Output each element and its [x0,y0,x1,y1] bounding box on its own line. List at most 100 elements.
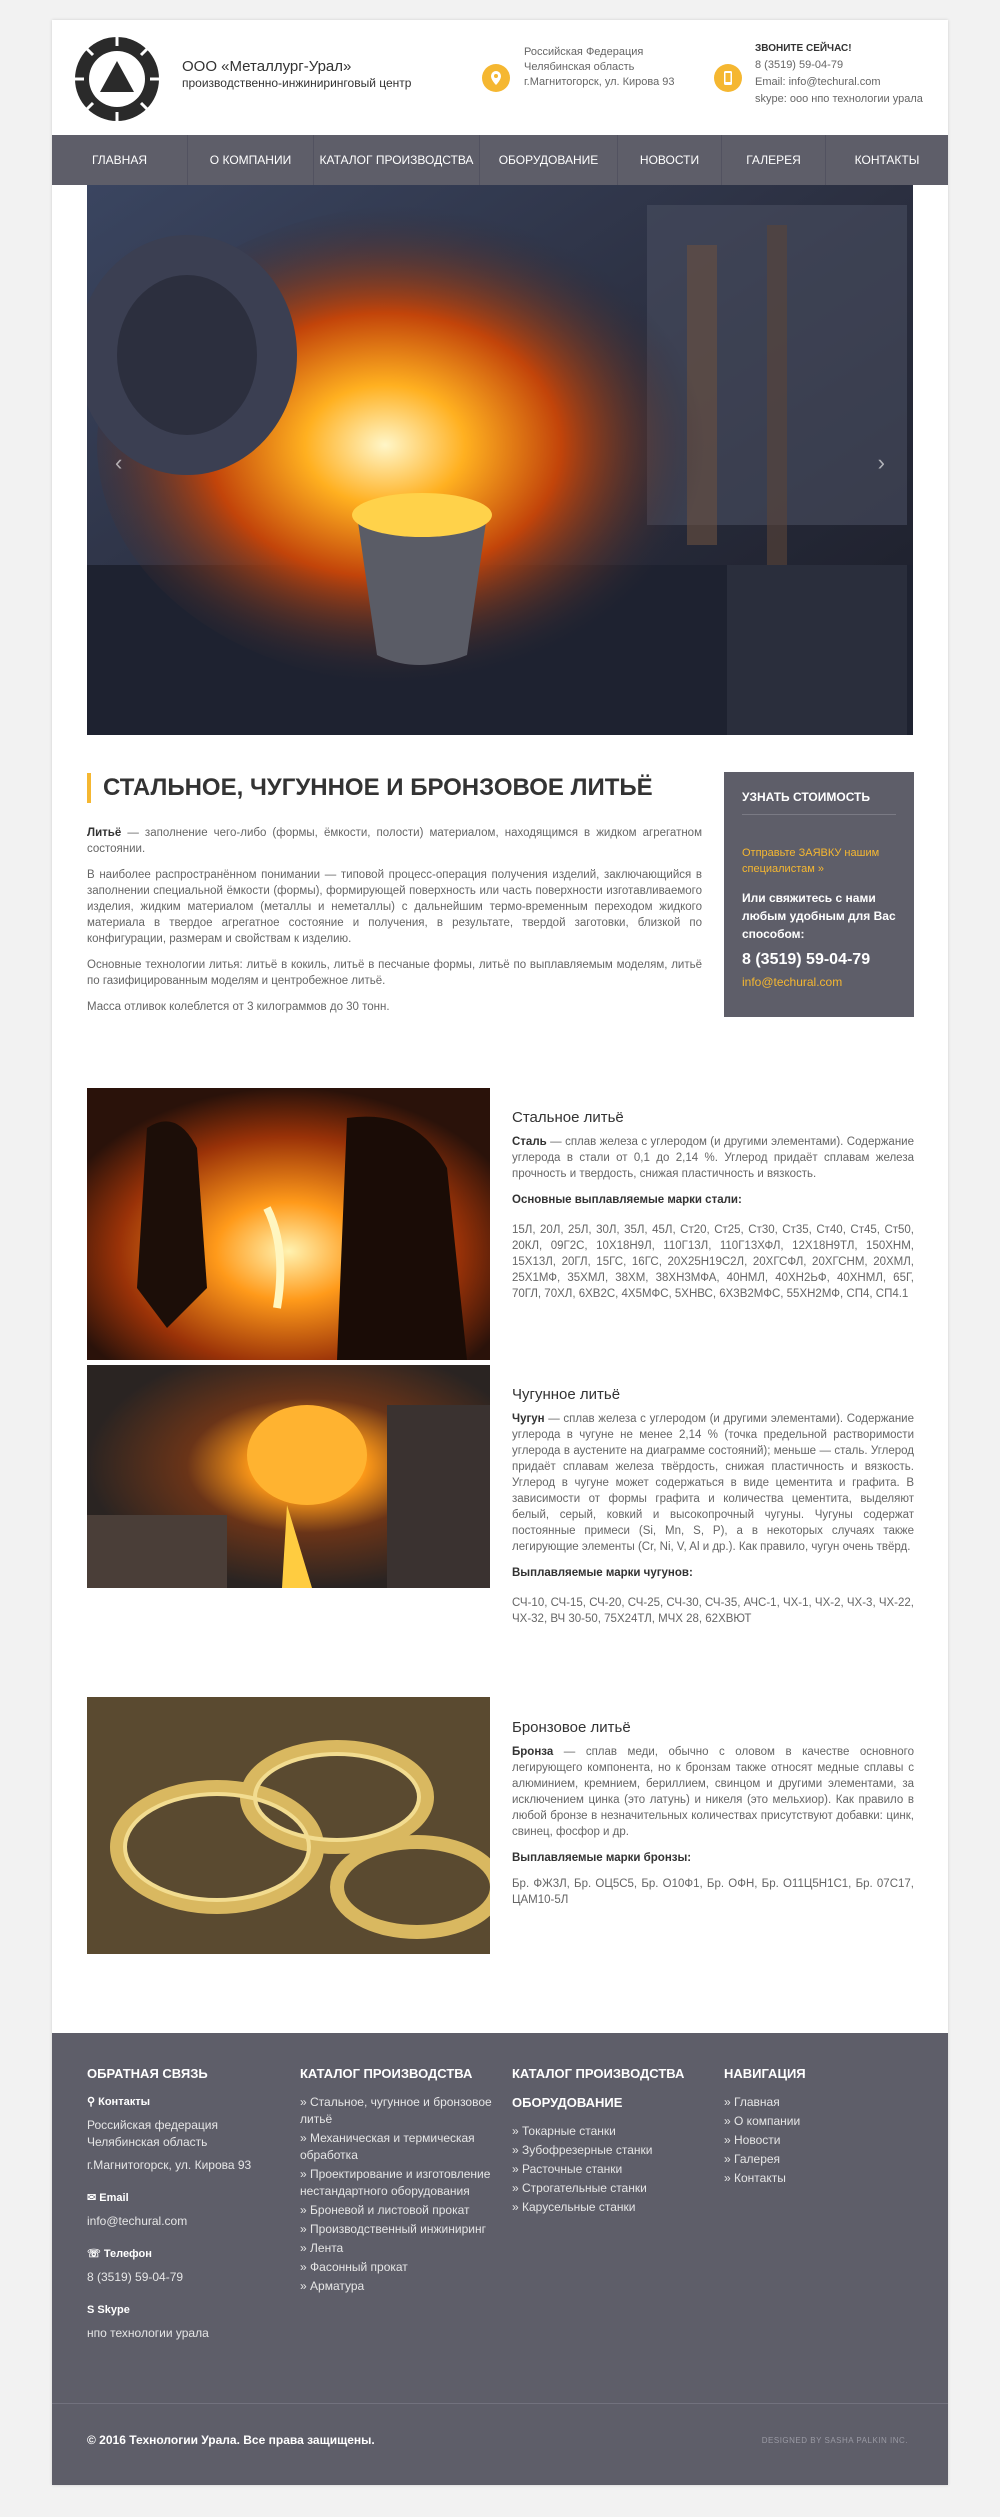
footer-heading: НАВИГАЦИЯ [724,2066,806,2081]
intro-paragraph: Масса отливок колеблется от 3 килограммо… [87,1001,390,1013]
footer-phone[interactable]: 8 (3519) 59-04-79 [87,2269,277,2286]
footer-nav-link[interactable]: Галерея [724,2151,914,2168]
cta-phone[interactable]: 8 (3519) 59-04-79 [742,951,896,969]
bronze-casting-text: Бронзовое литьё Бронза — сплав меди, обы… [512,1720,914,1918]
cast-iron-casting-text: Чугунное литьё Чугун — сплав железа с уг… [512,1387,914,1637]
request-link[interactable]: Отправьте ЗАЯВКУ нашим специалистам » [742,845,896,877]
location-pin-icon: ⚲ [87,2096,99,2108]
nav-item-gallery[interactable]: Галерея [722,135,826,185]
footer-divider [52,2403,948,2404]
header-address: Российская Федерация Челябинская область… [524,45,675,90]
product-title: Чугунное литьё [512,1386,621,1403]
intro-definition: — заполнение чего-либо (формы, ёмкости, … [87,827,702,855]
grades-list: СЧ-10, СЧ-15, СЧ-20, СЧ-25, СЧ-30, СЧ-35… [512,1597,914,1625]
slider-next-icon[interactable]: › [878,450,885,476]
footer-equipment-link[interactable]: Строгательные станки [512,2180,712,2197]
product-term: Чугун [512,1413,545,1425]
cta-text: Или свяжитесь с нами любым удобным для В… [742,891,896,941]
footer-equipment-link[interactable]: Расточные станки [512,2161,712,2178]
page: ООО «Металлург-Урал» производственно-инж… [52,20,948,2485]
address-line: г.Магнитогорск, ул. Кирова 93 [524,76,675,88]
footer-catalog-link[interactable]: Механическая и термическая обработка [300,2130,500,2164]
skype-icon: S [87,2304,98,2316]
footer-catalog: КАТАЛОГ ПРОИЗВОДСТВА Стальное, чугунное … [300,2065,500,2297]
footer-address-line: г.Магнитогорск, ул. Кирова 93 [87,2158,252,2172]
footer-catalog-link[interactable]: Фасонный прокат [300,2259,500,2276]
bronze-casting-image [87,1697,490,1954]
location-pin-icon [482,64,510,92]
footer-heading: ОБРАТНАЯ СВЯЗЬ [87,2066,208,2081]
footer-equipment-link[interactable]: Зубофрезерные станки [512,2142,712,2159]
envelope-icon: ✉ [87,2192,100,2204]
product-title: Стальное литьё [512,1109,624,1126]
footer-nav-link[interactable]: Новости [724,2132,914,2149]
contacts-label: ⚲ Контакты [87,2096,150,2108]
footer-catalog-link[interactable]: Арматура [300,2278,500,2295]
price-cta-box: УЗНАТЬ СТОИМОСТЬ Отправьте ЗАЯВКУ нашим … [724,772,914,1017]
nav-item-contacts[interactable]: Контакты [826,135,948,185]
footer-equipment-link[interactable]: Токарные станки [512,2123,712,2140]
header-phone[interactable]: 8 (3519) 59-04-79 [755,57,923,74]
slider-prev-icon[interactable]: ‹ [115,450,122,476]
hero-slider[interactable]: ‹ › [87,185,913,735]
call-now-label: ЗВОНИТЕ СЕЙЧАС! [755,43,852,54]
header-email[interactable]: Email: info@techural.com [755,74,923,91]
address-line: Российская Федерация [524,46,644,58]
grades-list: 15Л, 20Л, 25Л, 30Л, 35Л, 45Л, Ст20, Ст25… [512,1224,914,1300]
footer-equipment: КАТАЛОГ ПРОИЗВОДСТВА ОБОРУДОВАНИЕ Токарн… [512,2065,712,2218]
product-title: Бронзовое литьё [512,1719,631,1736]
site-footer: ОБРАТНАЯ СВЯЗЬ ⚲ Контакты Российская фед… [52,2033,948,2485]
phone-icon: ☏ [87,2248,104,2260]
nav-item-news[interactable]: Новости [618,135,722,185]
designer-credit[interactable]: DESIGNED BY SASHA PALKIN INC. [762,2436,908,2445]
skype-label: S Skype [87,2304,130,2316]
intro-paragraph: Литьё — заполнение чего-либо (формы, ёмк… [87,825,702,857]
footer-equipment-link[interactable]: Карусельные станки [512,2199,712,2216]
company-logo[interactable] [72,34,162,124]
nav-item-about[interactable]: О компании [188,135,314,185]
steel-casting-image [87,1088,490,1360]
nav-item-equipment[interactable]: Оборудование [480,135,618,185]
phone-label: ☏ Телефон [87,2248,152,2260]
intro-text: Литьё — заполнение чего-либо (формы, ёмк… [87,825,702,1025]
cast-iron-casting-image [87,1365,490,1588]
brand: ООО «Металлург-Урал» производственно-инж… [182,58,411,90]
footer-nav-link[interactable]: Главная [724,2094,914,2111]
site-header: ООО «Металлург-Урал» производственно-инж… [52,20,948,135]
footer-heading: КАТАЛОГ ПРОИЗВОДСТВА [512,2066,685,2081]
footer-nav-link[interactable]: Контакты [724,2170,914,2187]
product-term: Сталь [512,1136,547,1148]
footer-address-line: Челябинская область [87,2135,208,2149]
grades-title: Выплавляемые марки бронзы: [512,1852,692,1864]
header-skype[interactable]: skype: ооо нпо технологии урала [755,91,923,108]
footer-navigation: НАВИГАЦИЯ Главная О компании Новости Гал… [724,2065,914,2189]
main-nav: Главная О компании Каталог производства … [52,135,948,185]
company-subtitle: производственно-инжиниринговый центр [182,76,412,90]
footer-catalog-link[interactable]: Производственный инжиниринг [300,2221,500,2238]
footer-catalog-link[interactable]: Лента [300,2240,500,2257]
product-description: Чугун — сплав железа с углеродом (и друг… [512,1411,914,1555]
footer-nav-link[interactable]: О компании [724,2113,914,2130]
footer-skype[interactable]: нпо технологии урала [87,2325,277,2342]
footer-catalog-link[interactable]: Броневой и листовой прокат [300,2202,500,2219]
intro-paragraph: Основные технологии литья: литьё в кокил… [87,959,702,987]
footer-feedback: ОБРАТНАЯ СВЯЗЬ ⚲ Контакты Российская фед… [87,2065,277,2342]
grades-title: Основные выплавляемые марки стали: [512,1194,742,1206]
phone-icon [714,64,742,92]
grades-title: Выплавляемые марки чугунов: [512,1567,693,1579]
nav-item-catalog[interactable]: Каталог производства [314,135,480,185]
product-description: Бронза — сплав меди, обычно с оловом в к… [512,1744,914,1840]
intro-paragraph: В наиболее распространённом понимании — … [87,869,702,945]
company-name: ООО «Металлург-Урал» [182,58,352,75]
footer-email[interactable]: info@techural.com [87,2213,277,2230]
footer-catalog-link[interactable]: Проектирование и изготовление нестандарт… [300,2166,500,2200]
footer-heading: ОБОРУДОВАНИЕ [512,2095,623,2110]
product-description: Сталь — сплав железа с углеродом (и друг… [512,1134,914,1182]
hero-image [87,185,913,735]
cta-email[interactable]: info@techural.com [742,975,896,989]
product-term: Бронза [512,1746,554,1758]
copyright: © 2016 Технологии Урала. Все права защищ… [87,2433,375,2447]
nav-item-home[interactable]: Главная [52,135,188,185]
footer-catalog-link[interactable]: Стальное, чугунное и бронзовое литьё [300,2094,500,2128]
address-line: Челябинская область [524,61,635,73]
